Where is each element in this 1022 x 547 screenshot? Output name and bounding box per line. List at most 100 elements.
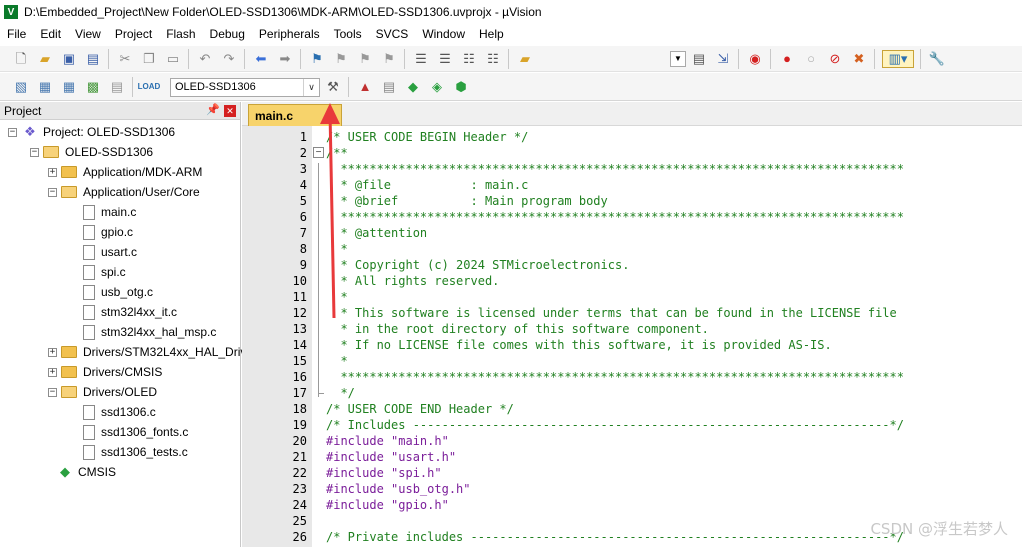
pack-installer-icon[interactable]: ◈ — [428, 78, 446, 96]
c-file-icon — [83, 284, 95, 300]
tree-item[interactable]: usart.c — [70, 242, 137, 262]
line-number: 7 — [299, 226, 307, 240]
close-icon[interactable]: ✕ — [224, 105, 236, 117]
manage-project-items-icon[interactable]: ▲ — [356, 78, 374, 96]
unindent-icon[interactable]: ☰ — [436, 50, 454, 68]
line-number: 15 — [292, 354, 307, 368]
fold-end-marker — [318, 393, 324, 394]
clear-bookmarks-icon[interactable]: ⚑ — [380, 50, 398, 68]
tree-item[interactable]: + Application/MDK-ARM — [48, 162, 202, 182]
uncomment-icon[interactable]: ☷ — [484, 50, 502, 68]
code-line: #include "gpio.h" — [326, 497, 449, 513]
prev-bookmark-icon[interactable]: ⚑ — [332, 50, 350, 68]
menu-window[interactable]: Window — [415, 24, 472, 44]
navigate-back-icon[interactable]: ⬅ — [252, 50, 270, 68]
tree-item[interactable]: − Drivers/OLED — [48, 382, 157, 402]
menu-svcs[interactable]: SVCS — [369, 24, 416, 44]
find-in-files-icon[interactable]: ▰ — [516, 50, 534, 68]
window-layout-icon[interactable]: ▥▾ — [882, 50, 914, 68]
include-string: "usart.h" — [391, 450, 457, 464]
code-line: ****************************************… — [326, 210, 904, 224]
translate-icon[interactable]: ▧ — [12, 78, 30, 96]
line-number: 10 — [292, 274, 307, 288]
options-for-target-icon[interactable]: ⚒ — [324, 78, 342, 96]
menu-flash[interactable]: Flash — [159, 24, 202, 44]
insert-breakpoint-icon[interactable]: ● — [778, 50, 796, 68]
collapse-icon[interactable]: − — [48, 387, 57, 397]
rebuild-icon[interactable]: ▦ — [60, 78, 78, 96]
stop-build-icon[interactable]: ▤ — [108, 78, 126, 96]
tree-item[interactable]: ssd1306.c — [70, 402, 156, 422]
pin-icon[interactable]: 📌 — [206, 103, 220, 116]
copy-icon[interactable]: ❐ — [140, 50, 158, 68]
tree-item-label: ssd1306_tests.c — [101, 445, 188, 459]
build-icon[interactable]: ▦ — [36, 78, 54, 96]
tree-item-label: stm32l4xx_it.c — [101, 305, 178, 319]
tree-item-label: Drivers/STM32L4xx_HAL_Driv — [83, 345, 247, 359]
menu-tools[interactable]: Tools — [327, 24, 369, 44]
code-line: * @attention — [326, 226, 428, 240]
select-packs-icon[interactable]: ▤ — [380, 78, 398, 96]
debug-session-icon[interactable]: ◉ — [746, 50, 764, 68]
chevron-down-icon[interactable]: ∨ — [303, 79, 319, 96]
tree-item[interactable]: ◆ CMSIS — [48, 462, 116, 482]
next-bookmark-icon[interactable]: ⚑ — [356, 50, 374, 68]
fold-collapse-icon[interactable]: − — [313, 147, 324, 158]
tree-item[interactable]: usb_otg.c — [70, 282, 153, 302]
manage-run-time-environment-icon[interactable]: ◆ — [404, 78, 422, 96]
collapse-icon[interactable]: − — [8, 127, 17, 137]
menu-peripherals[interactable]: Peripherals — [252, 24, 327, 44]
preprocessor-directive: #include — [326, 482, 384, 496]
kill-breakpoints-icon[interactable]: ✖ — [850, 50, 868, 68]
navigate-forward-icon[interactable]: ➡ — [276, 50, 294, 68]
tree-item[interactable]: stm32l4xx_hal_msp.c — [70, 322, 216, 342]
incremental-find-icon[interactable]: ⇲ — [714, 50, 732, 68]
paste-icon[interactable]: ▭ — [164, 50, 182, 68]
tree-item[interactable]: main.c — [70, 202, 136, 222]
tree-item[interactable]: − Application/User/Core — [48, 182, 200, 202]
tree-item[interactable]: spi.c — [70, 262, 126, 282]
tree-item[interactable]: stm32l4xx_it.c — [70, 302, 177, 322]
menu-edit[interactable]: Edit — [33, 24, 68, 44]
menu-file[interactable]: File — [0, 24, 33, 44]
expand-icon[interactable]: + — [48, 367, 57, 377]
bookmark-icon[interactable]: ⚑ — [308, 50, 326, 68]
tree-item[interactable]: − ❖ Project: OLED-SSD1306 — [8, 122, 175, 142]
save-icon[interactable]: ▣ — [60, 50, 78, 68]
undo-icon[interactable]: ↶ — [196, 50, 214, 68]
enable-breakpoint-icon[interactable]: ○ — [802, 50, 820, 68]
collapse-icon[interactable]: − — [48, 187, 57, 197]
code-editor[interactable]: /* USER CODE BEGIN Header *//** ********… — [326, 126, 1022, 547]
batch-build-icon[interactable]: ▩ — [84, 78, 102, 96]
save-all-icon[interactable]: ▤ — [84, 50, 102, 68]
configure-icon[interactable]: 🔧 — [928, 50, 946, 68]
cut-icon[interactable]: ✂ — [116, 50, 134, 68]
find-icon[interactable]: ▤ — [690, 50, 708, 68]
tree-item[interactable]: ssd1306_tests.c — [70, 442, 188, 462]
menu-view[interactable]: View — [68, 24, 108, 44]
new-file-icon[interactable]: 🗋 — [12, 50, 30, 68]
comment-icon[interactable]: ☷ — [460, 50, 478, 68]
folder-icon — [61, 166, 77, 178]
menu-help[interactable]: Help — [472, 24, 511, 44]
menu-debug[interactable]: Debug — [203, 24, 252, 44]
tree-item[interactable]: ssd1306_fonts.c — [70, 422, 188, 442]
tree-item[interactable]: − OLED-SSD1306 — [30, 142, 153, 162]
indent-icon[interactable]: ☰ — [412, 50, 430, 68]
menu-project[interactable]: Project — [108, 24, 159, 44]
redo-icon[interactable]: ↷ — [220, 50, 238, 68]
download-load-icon[interactable]: LOAD — [138, 78, 161, 96]
tab-main-c[interactable]: main.c — [248, 104, 342, 126]
line-number: 18 — [292, 402, 307, 416]
collapse-icon[interactable]: − — [30, 147, 39, 157]
open-folder-icon[interactable]: ▰ — [36, 50, 54, 68]
tree-item[interactable]: + Drivers/STM32L4xx_HAL_Driv — [48, 342, 246, 362]
tree-item[interactable]: + Drivers/CMSIS — [48, 362, 162, 382]
find-combo-dropdown[interactable]: ▼ — [670, 51, 686, 67]
tree-item[interactable]: gpio.c — [70, 222, 133, 242]
target-select[interactable]: OLED-SSD1306 ∨ — [170, 78, 320, 97]
pack-updates-icon[interactable]: ⬢ — [452, 78, 470, 96]
expand-icon[interactable]: + — [48, 167, 57, 177]
expand-icon[interactable]: + — [48, 347, 57, 357]
disable-breakpoints-icon[interactable]: ⊘ — [826, 50, 844, 68]
